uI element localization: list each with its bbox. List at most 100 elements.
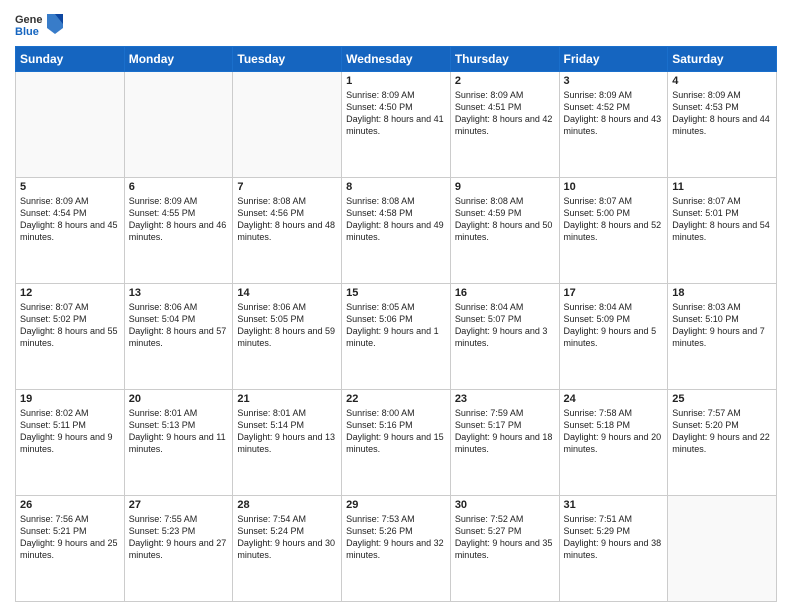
- cell-info: Sunrise: 8:07 AMSunset: 5:01 PMDaylight:…: [672, 195, 772, 244]
- header: General Blue: [15, 10, 777, 38]
- calendar-cell: 15 Sunrise: 8:05 AMSunset: 5:06 PMDayligh…: [342, 284, 451, 390]
- cell-info: Sunrise: 8:09 AMSunset: 4:50 PMDaylight:…: [346, 89, 446, 138]
- calendar-cell: 5 Sunrise: 8:09 AMSunset: 4:54 PMDaylight…: [16, 178, 125, 284]
- day-number: 3: [564, 75, 664, 87]
- cell-info: Sunrise: 8:09 AMSunset: 4:54 PMDaylight:…: [20, 195, 120, 244]
- day-number: 10: [564, 181, 664, 193]
- week-row-0: 1 Sunrise: 8:09 AMSunset: 4:50 PMDaylight…: [16, 72, 777, 178]
- calendar-cell: 30 Sunrise: 7:52 AMSunset: 5:27 PMDayligh…: [450, 496, 559, 602]
- logo-svg: General Blue: [15, 10, 43, 38]
- calendar-cell: 10Sunrise: 8:07 AMSunset: 5:00 PMDayligh…: [559, 178, 668, 284]
- calendar-cell: 29 Sunrise: 7:53 AMSunset: 5:26 PMDayligh…: [342, 496, 451, 602]
- calendar-cell: 3 Sunrise: 8:09 AMSunset: 4:52 PMDaylight…: [559, 72, 668, 178]
- weekday-header-friday: Friday: [559, 47, 668, 72]
- calendar-cell: 17 Sunrise: 8:04 AMSunset: 5:09 PMDayligh…: [559, 284, 668, 390]
- cell-info: Sunrise: 8:00 AMSunset: 5:16 PMDaylight:…: [346, 407, 446, 456]
- cell-info: Sunrise: 8:09 AMSunset: 4:55 PMDaylight:…: [129, 195, 229, 244]
- cell-info: Sunrise: 7:57 AMSunset: 5:20 PMDaylight:…: [672, 407, 772, 456]
- weekday-header-sunday: Sunday: [16, 47, 125, 72]
- week-row-2: 12Sunrise: 8:07 AMSunset: 5:02 PMDayligh…: [16, 284, 777, 390]
- day-number: 2: [455, 75, 555, 87]
- logo-arrow-icon: [47, 14, 63, 34]
- weekday-header-wednesday: Wednesday: [342, 47, 451, 72]
- cell-info: Sunrise: 7:55 AMSunset: 5:23 PMDaylight:…: [129, 513, 229, 562]
- calendar-cell: 28 Sunrise: 7:54 AMSunset: 5:24 PMDayligh…: [233, 496, 342, 602]
- day-number: 30: [455, 499, 555, 511]
- day-number: 13: [129, 287, 229, 299]
- day-number: 9: [455, 181, 555, 193]
- calendar-cell: 11 Sunrise: 8:07 AMSunset: 5:01 PMDayligh…: [668, 178, 777, 284]
- cell-info: Sunrise: 8:02 AMSunset: 5:11 PMDaylight:…: [20, 407, 120, 456]
- calendar-cell: 22Sunrise: 8:00 AMSunset: 5:16 PMDayligh…: [342, 390, 451, 496]
- calendar-cell: [124, 72, 233, 178]
- cell-info: Sunrise: 8:08 AMSunset: 4:56 PMDaylight:…: [237, 195, 337, 244]
- day-number: 1: [346, 75, 446, 87]
- calendar-cell: 6 Sunrise: 8:09 AMSunset: 4:55 PMDaylight…: [124, 178, 233, 284]
- calendar-cell: [233, 72, 342, 178]
- cell-info: Sunrise: 8:07 AMSunset: 5:02 PMDaylight:…: [20, 301, 120, 350]
- calendar-cell: 1 Sunrise: 8:09 AMSunset: 4:50 PMDaylight…: [342, 72, 451, 178]
- day-number: 7: [237, 181, 337, 193]
- calendar-cell: 18 Sunrise: 8:03 AMSunset: 5:10 PMDayligh…: [668, 284, 777, 390]
- day-number: 23: [455, 393, 555, 405]
- cell-info: Sunrise: 8:06 AMSunset: 5:05 PMDaylight:…: [237, 301, 337, 350]
- cell-info: Sunrise: 8:03 AMSunset: 5:10 PMDaylight:…: [672, 301, 772, 350]
- cell-info: Sunrise: 8:09 AMSunset: 4:51 PMDaylight:…: [455, 89, 555, 138]
- calendar-cell: 23Sunrise: 7:59 AMSunset: 5:17 PMDayligh…: [450, 390, 559, 496]
- cell-info: Sunrise: 7:51 AMSunset: 5:29 PMDaylight:…: [564, 513, 664, 562]
- cell-info: Sunrise: 7:58 AMSunset: 5:18 PMDaylight:…: [564, 407, 664, 456]
- day-number: 21: [237, 393, 337, 405]
- cell-info: Sunrise: 7:56 AMSunset: 5:21 PMDaylight:…: [20, 513, 120, 562]
- day-number: 19: [20, 393, 120, 405]
- cell-info: Sunrise: 8:04 AMSunset: 5:09 PMDaylight:…: [564, 301, 664, 350]
- day-number: 6: [129, 181, 229, 193]
- calendar-cell: 24 Sunrise: 7:58 AMSunset: 5:18 PMDayligh…: [559, 390, 668, 496]
- calendar-cell: 7 Sunrise: 8:08 AMSunset: 4:56 PMDaylight…: [233, 178, 342, 284]
- cell-info: Sunrise: 8:09 AMSunset: 4:52 PMDaylight:…: [564, 89, 664, 138]
- calendar-cell: 4 Sunrise: 8:09 AMSunset: 4:53 PMDaylight…: [668, 72, 777, 178]
- calendar-cell: 13Sunrise: 8:06 AMSunset: 5:04 PMDayligh…: [124, 284, 233, 390]
- weekday-header-tuesday: Tuesday: [233, 47, 342, 72]
- day-number: 14: [237, 287, 337, 299]
- calendar-cell: 16 Sunrise: 8:04 AMSunset: 5:07 PMDayligh…: [450, 284, 559, 390]
- calendar-cell: 9 Sunrise: 8:08 AMSunset: 4:59 PMDaylight…: [450, 178, 559, 284]
- cell-info: Sunrise: 7:54 AMSunset: 5:24 PMDaylight:…: [237, 513, 337, 562]
- day-number: 17: [564, 287, 664, 299]
- cell-info: Sunrise: 8:08 AMSunset: 4:59 PMDaylight:…: [455, 195, 555, 244]
- logo: General Blue: [15, 10, 63, 38]
- day-number: 25: [672, 393, 772, 405]
- day-number: 4: [672, 75, 772, 87]
- day-number: 8: [346, 181, 446, 193]
- svg-text:General: General: [15, 14, 43, 26]
- calendar-cell: 19 Sunrise: 8:02 AMSunset: 5:11 PMDayligh…: [16, 390, 125, 496]
- day-number: 15: [346, 287, 446, 299]
- day-number: 28: [237, 499, 337, 511]
- day-number: 20: [129, 393, 229, 405]
- day-number: 24: [564, 393, 664, 405]
- calendar-cell: 31Sunrise: 7:51 AMSunset: 5:29 PMDayligh…: [559, 496, 668, 602]
- calendar-cell: 20 Sunrise: 8:01 AMSunset: 5:13 PMDayligh…: [124, 390, 233, 496]
- calendar-cell: 14 Sunrise: 8:06 AMSunset: 5:05 PMDayligh…: [233, 284, 342, 390]
- calendar-cell: 8 Sunrise: 8:08 AMSunset: 4:58 PMDaylight…: [342, 178, 451, 284]
- day-number: 11: [672, 181, 772, 193]
- day-number: 18: [672, 287, 772, 299]
- calendar-table: SundayMondayTuesdayWednesdayThursdayFrid…: [15, 46, 777, 602]
- cell-info: Sunrise: 8:01 AMSunset: 5:13 PMDaylight:…: [129, 407, 229, 456]
- cell-info: Sunrise: 8:08 AMSunset: 4:58 PMDaylight:…: [346, 195, 446, 244]
- calendar-cell: 25 Sunrise: 7:57 AMSunset: 5:20 PMDayligh…: [668, 390, 777, 496]
- day-number: 26: [20, 499, 120, 511]
- cell-info: Sunrise: 7:53 AMSunset: 5:26 PMDaylight:…: [346, 513, 446, 562]
- day-number: 29: [346, 499, 446, 511]
- weekday-header-row: SundayMondayTuesdayWednesdayThursdayFrid…: [16, 47, 777, 72]
- week-row-1: 5 Sunrise: 8:09 AMSunset: 4:54 PMDaylight…: [16, 178, 777, 284]
- cell-info: Sunrise: 8:05 AMSunset: 5:06 PMDaylight:…: [346, 301, 446, 350]
- day-number: 16: [455, 287, 555, 299]
- day-number: 5: [20, 181, 120, 193]
- calendar-cell: 27Sunrise: 7:55 AMSunset: 5:23 PMDayligh…: [124, 496, 233, 602]
- cell-info: Sunrise: 8:09 AMSunset: 4:53 PMDaylight:…: [672, 89, 772, 138]
- cell-info: Sunrise: 8:04 AMSunset: 5:07 PMDaylight:…: [455, 301, 555, 350]
- cell-info: Sunrise: 8:01 AMSunset: 5:14 PMDaylight:…: [237, 407, 337, 456]
- calendar-cell: 21 Sunrise: 8:01 AMSunset: 5:14 PMDayligh…: [233, 390, 342, 496]
- calendar-cell: [668, 496, 777, 602]
- cell-info: Sunrise: 7:52 AMSunset: 5:27 PMDaylight:…: [455, 513, 555, 562]
